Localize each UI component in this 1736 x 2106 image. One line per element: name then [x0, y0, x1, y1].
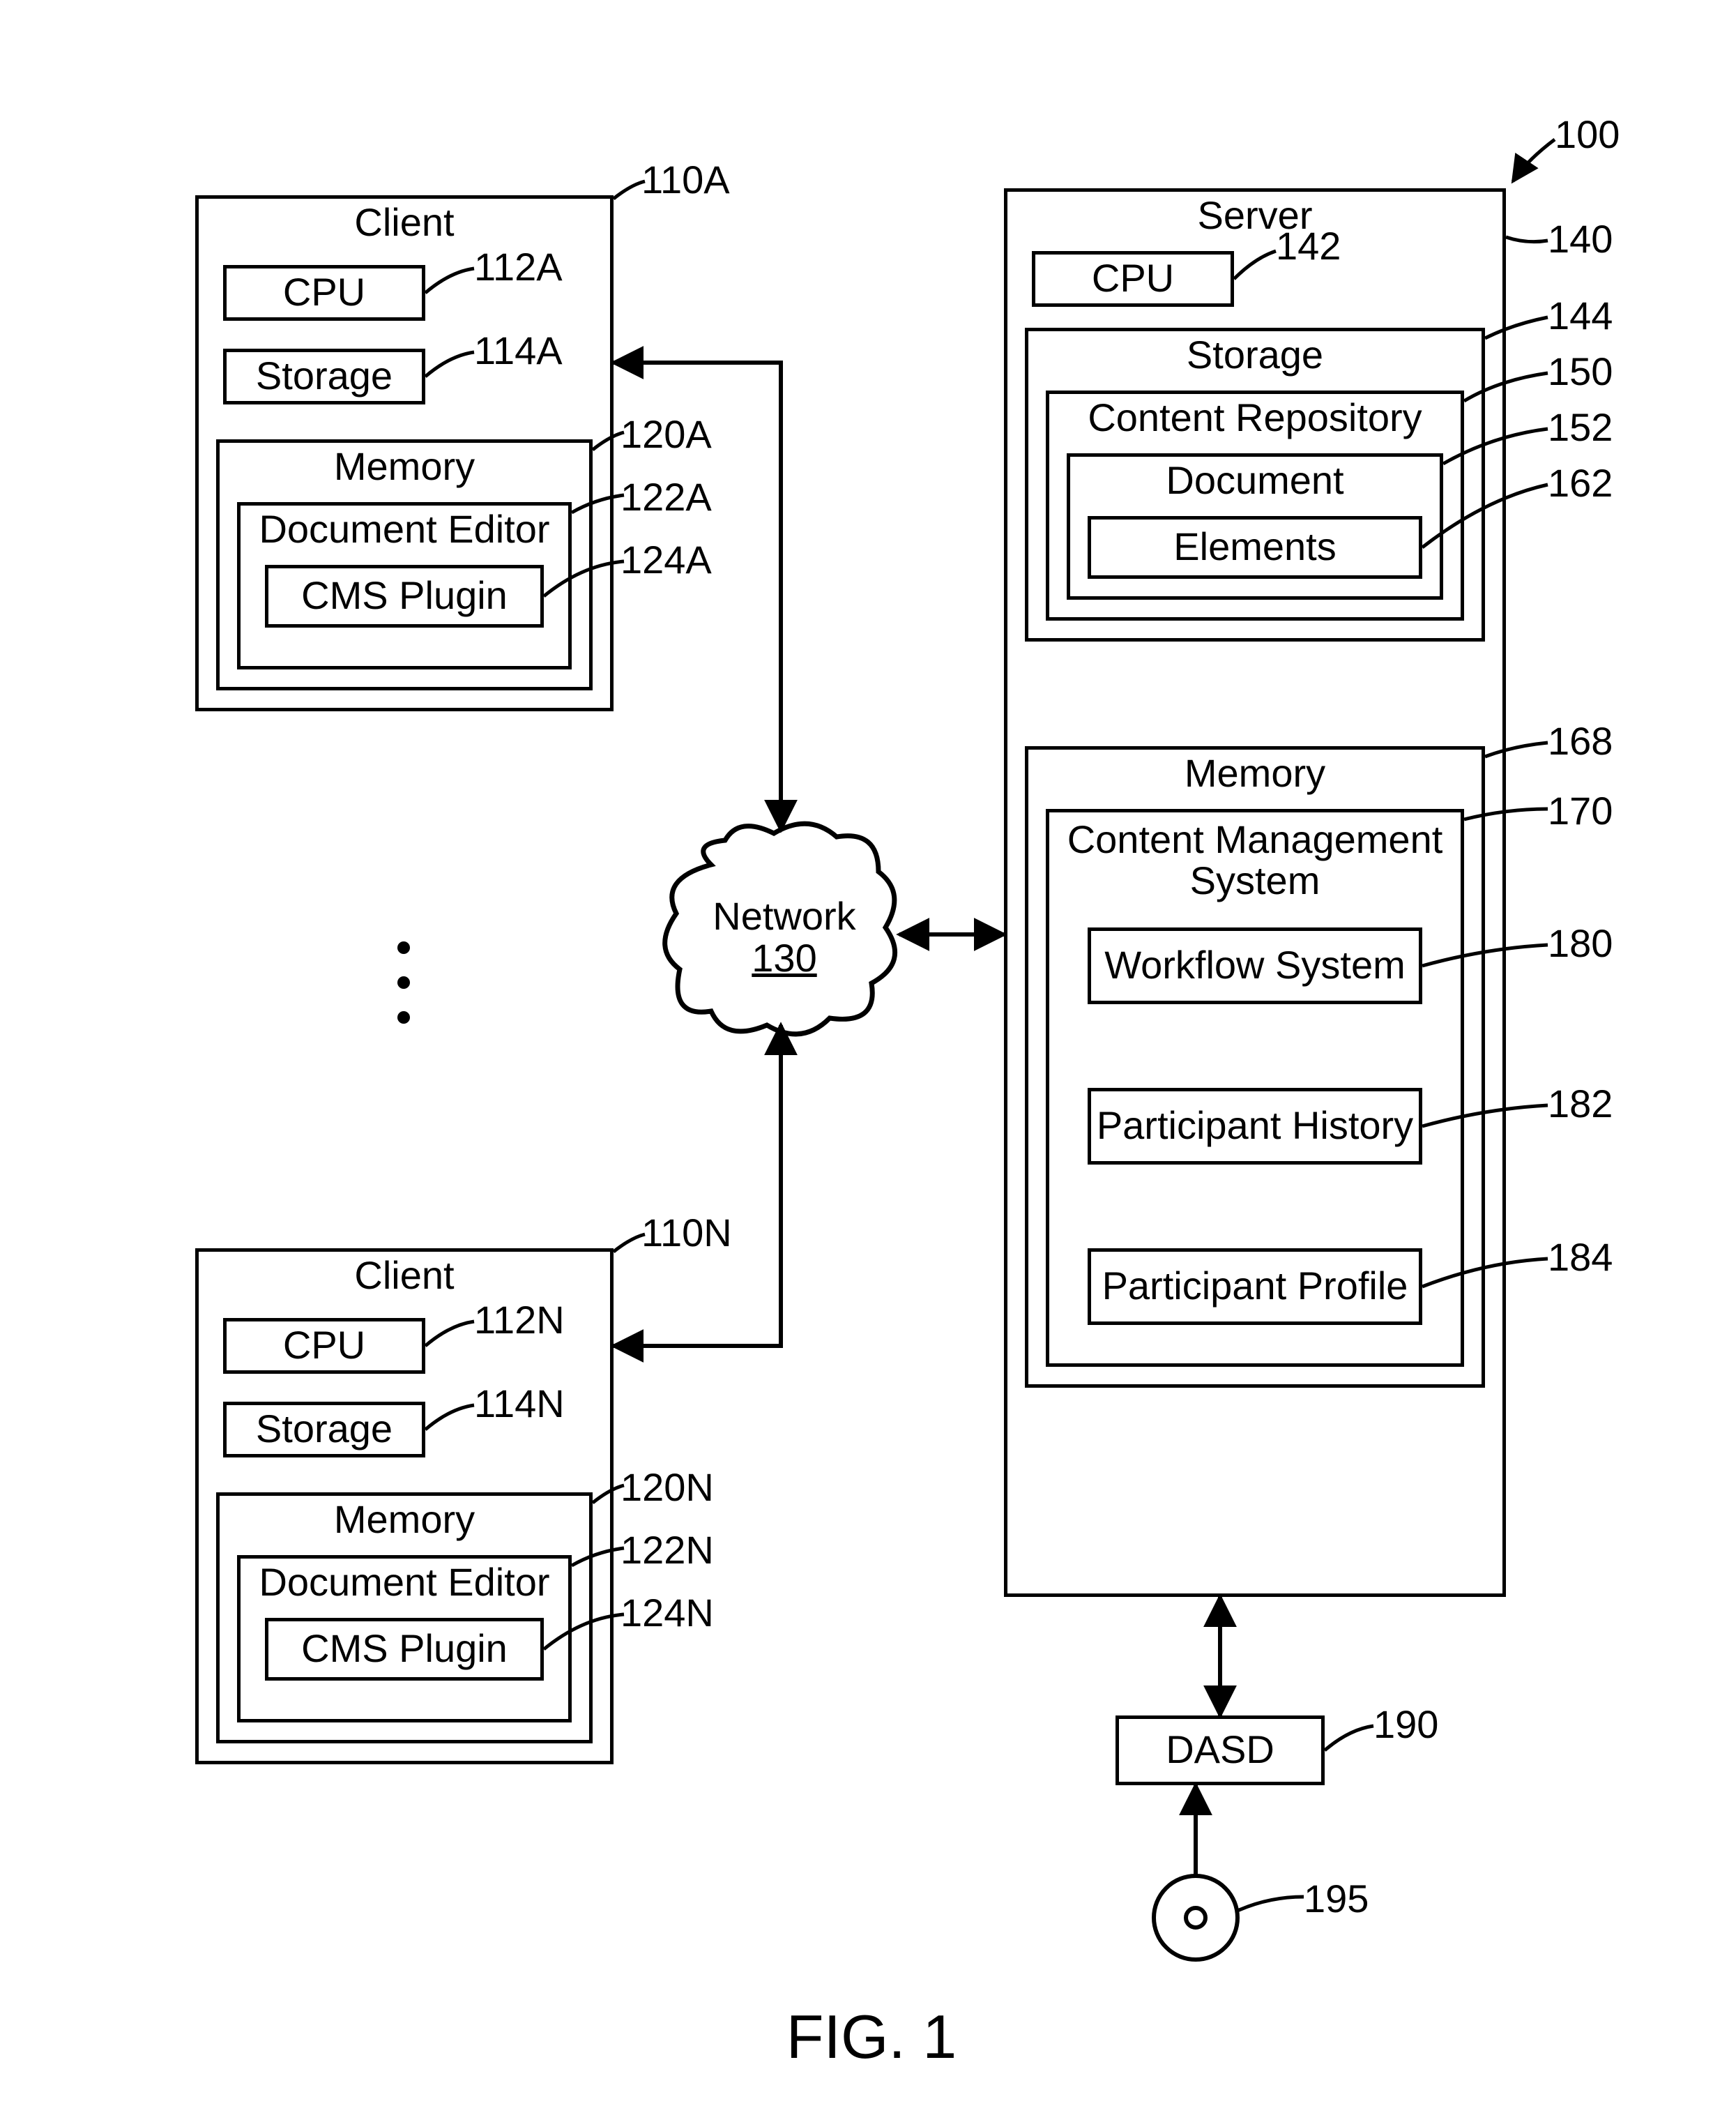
connectors	[0, 0, 1736, 2106]
